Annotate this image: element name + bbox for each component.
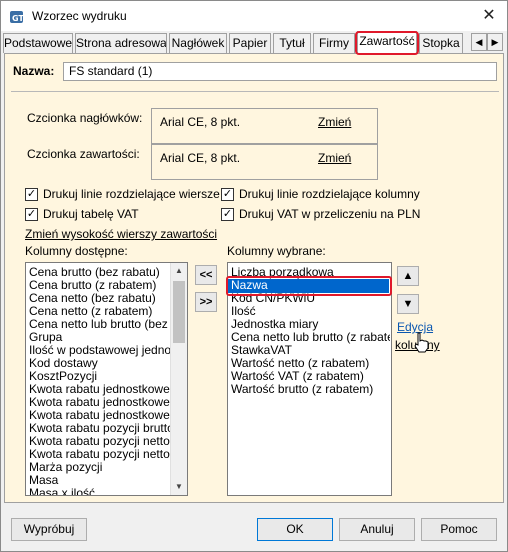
remove-column-button[interactable]: << [195,265,217,285]
cancel-button[interactable]: Anuluj [339,518,415,541]
available-list-scrollbar[interactable]: ▲ ▼ [170,263,187,495]
scroll-up-icon[interactable]: ▲ [171,263,187,279]
content-font-value: Arial CE, 8 pkt. [160,151,241,165]
list-item[interactable]: Masa x ilość [29,487,95,496]
checkbox-column-lines-box[interactable]: ✓ [221,188,234,201]
content-font-label: Czcionka zawartości: [27,147,140,161]
available-columns-list[interactable]: Cena brutto (bez rabatu) Cena brutto (z … [25,262,188,496]
ok-button[interactable]: OK [257,518,333,541]
name-input[interactable]: FS standard (1) [63,62,497,81]
hand-cursor-icon [414,332,429,353]
header-font-change-link[interactable]: Zmień [318,115,351,129]
checkbox-row-lines-label: Drukuj linie rozdzielające wiersze [43,187,220,201]
tab-strona-adresowa[interactable]: Strona adresowa [75,33,167,53]
app-icon: GT [10,11,24,23]
content-font-box: Arial CE, 8 pkt. Zmień [151,144,378,180]
help-button[interactable]: Pomoc [421,518,497,541]
add-column-button[interactable]: >> [195,292,217,312]
header-font-box: Arial CE, 8 pkt. Zmień [151,108,378,144]
list-item[interactable]: Wartość brutto (z rabatem) [231,383,373,396]
available-columns-label: Kolumny dostępne: [25,244,128,258]
tab-papier[interactable]: Papier [229,33,271,53]
move-up-button[interactable]: ▲ [397,266,419,286]
header-font-label: Czcionka nagłówków: [27,111,143,125]
header-font-value: Arial CE, 8 pkt. [160,115,241,129]
active-tab-highlight [355,31,419,55]
close-icon[interactable]: ✕ [477,5,501,27]
checkbox-vat-pln-label: Drukuj VAT w przeliczeniu na PLN [239,207,421,221]
tab-bar: Podstawowe Strona adresowa Nagłówek Papi… [3,31,507,55]
content-panel: Nazwa: FS standard (1) Czcionka nagłówkó… [4,53,504,503]
checkbox-vat-pln-box[interactable]: ✓ [221,208,234,221]
selected-columns-label: Kolumny wybrane: [227,244,326,258]
content-font-change-link[interactable]: Zmień [318,151,351,165]
list-item[interactable]: Jednostka miary [231,318,318,331]
title-bar: GT Wzorzec wydruku ✕ [1,1,507,31]
tab-podstawowe[interactable]: Podstawowe [3,33,73,53]
dialog-window: GT Wzorzec wydruku ✕ Podstawowe Strona a… [0,0,508,552]
tab-stopka[interactable]: Stopka [419,33,463,53]
arrow-up-icon: ▲ [402,270,414,282]
move-down-button[interactable]: ▼ [397,294,419,314]
tab-tytul[interactable]: Tytuł [273,33,311,53]
checkbox-row-lines-box[interactable]: ✓ [25,188,38,201]
arrow-down-icon: ▼ [402,298,414,310]
name-label: Nazwa: [13,64,55,78]
tab-naglowek[interactable]: Nagłówek [169,33,227,53]
tab-scroll-left-icon[interactable]: ◀ [471,33,487,51]
tab-firmy[interactable]: Firmy [313,33,355,53]
selected-row-red-outline [226,276,392,296]
checkbox-vat-table-label: Drukuj tabelę VAT [43,207,139,221]
preview-button[interactable]: Wypróbuj [11,518,87,541]
checkbox-column-lines-label: Drukuj linie rozdzielające kolumny [239,187,420,201]
tab-scroll-right-icon[interactable]: ▶ [487,33,503,51]
checkbox-vat-table-box[interactable]: ✓ [25,208,38,221]
selected-columns-list[interactable]: Liczba porządkowa Nazwa Kod CN/PKWiU Ilo… [226,262,392,496]
scroll-thumb[interactable] [173,281,185,343]
row-height-link[interactable]: Zmień wysokość wierszy zawartości [25,227,217,241]
window-title: Wzorzec wydruku [32,9,127,23]
scroll-down-icon[interactable]: ▼ [171,479,187,495]
divider [11,91,499,92]
svg-text:GT: GT [12,14,24,23]
